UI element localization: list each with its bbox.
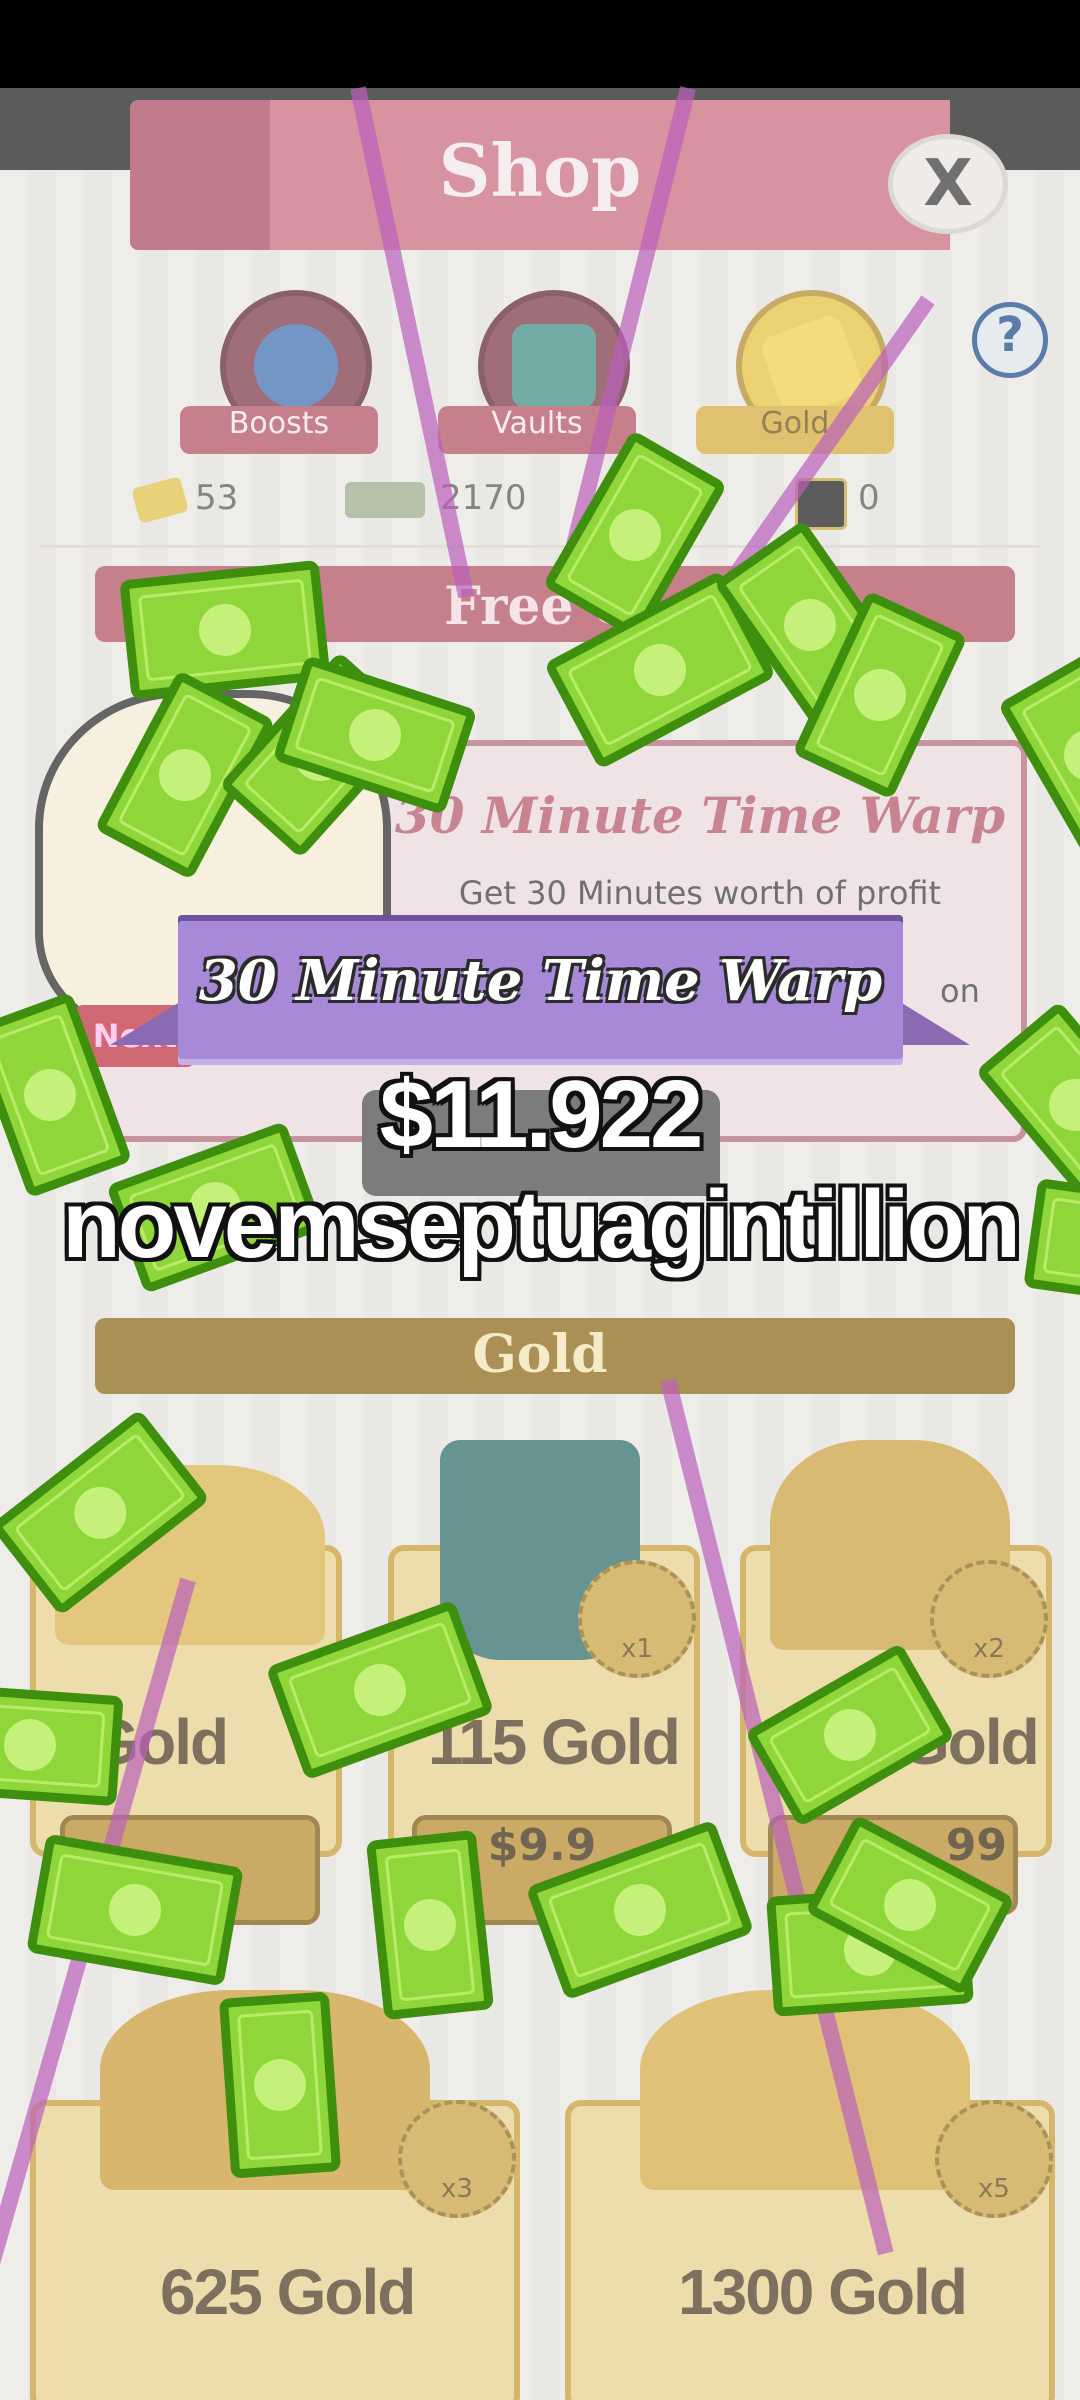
cash-bill-icon	[365, 1829, 495, 2021]
reward-ribbon-title: 30 Minute Time Warp	[198, 948, 883, 1014]
reward-amount-unit: novemseptuagintillion	[62, 1171, 1021, 1278]
reward-amount-value: $11.922	[379, 1061, 704, 1168]
cash-bill-icon	[218, 1991, 342, 2179]
status-bar	[0, 0, 1080, 88]
screen: Shop X ? Boosts Vaults Gold 53 2170 0 Fr…	[0, 0, 1080, 2400]
cash-bill-icon	[0, 1683, 124, 1807]
